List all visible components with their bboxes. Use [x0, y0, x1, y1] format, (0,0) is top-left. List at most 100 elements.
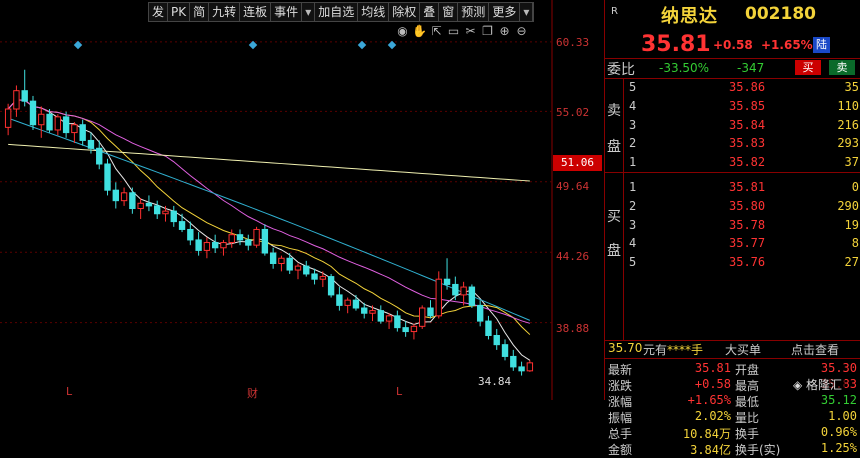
watermark-logo: ◈ 格隆汇: [790, 375, 846, 394]
toolbar-item[interactable]: 九转: [209, 3, 241, 21]
stat-label: 换手(实): [735, 443, 781, 457]
buy-order-row[interactable]: 1 35.81 0: [625, 180, 860, 198]
copy-icon[interactable]: ❐: [480, 24, 495, 39]
order-price: 35.86: [729, 80, 766, 94]
big-order-row[interactable]: 35.70 元有 ****手 大买单 点击查看: [605, 340, 860, 358]
candle-body: [336, 294, 343, 306]
price-axis-label: 55.02: [556, 106, 590, 119]
candle-body: [327, 276, 335, 296]
stat-value: 10.84万: [682, 427, 731, 441]
candle-body: [245, 239, 252, 246]
stat-label: 量比: [735, 411, 760, 425]
sell-order-row[interactable]: 5 35.86 35: [625, 80, 860, 98]
candle-body: [104, 163, 111, 191]
stat-label: 涨跌: [608, 379, 633, 393]
candle-body: [13, 90, 20, 110]
dropdown-arrow-icon[interactable]: ▾: [302, 3, 316, 21]
candle-body: [493, 334, 500, 346]
zoom-out-icon[interactable]: ⊖: [514, 24, 529, 39]
toolbar-item[interactable]: PK: [168, 3, 191, 21]
candle-body: [286, 257, 293, 271]
order-level: 4: [629, 98, 637, 113]
toolbar-item[interactable]: 简: [190, 3, 210, 21]
ma-line: [8, 143, 530, 182]
candle-body: [21, 90, 28, 102]
r-tag: R: [611, 6, 618, 17]
scissors-icon[interactable]: ✂: [463, 24, 478, 39]
toolbar-item[interactable]: 窗: [439, 3, 459, 21]
candle-body: [485, 320, 492, 336]
candle-body: [29, 100, 37, 126]
stat-value: 1.00: [828, 409, 857, 423]
candle-body: [311, 273, 318, 280]
sell-order-row[interactable]: 2 35.83 293: [625, 136, 860, 154]
candle-body: [62, 116, 70, 134]
click-view-link[interactable]: 点击查看: [791, 341, 839, 358]
order-price: 35.85: [729, 98, 766, 113]
price-change: +0.58: [713, 38, 753, 52]
order-level: 1: [629, 180, 637, 194]
toolbar-item[interactable]: 连板: [240, 3, 272, 21]
ma-line: [7, 99, 531, 361]
ratio-label: 委比: [607, 62, 635, 78]
divider: [605, 358, 860, 359]
candle-body: [476, 304, 484, 322]
price-axis-label: 44.26: [556, 250, 590, 263]
toolbar-item[interactable]: 更多: [489, 3, 521, 21]
order-level: 5: [629, 80, 637, 94]
order-volume: 8: [851, 236, 859, 251]
order-price: 35.76: [729, 255, 766, 270]
candle-body: [443, 278, 451, 285]
candle-body: [96, 147, 103, 165]
toolbar-item[interactable]: 除权: [389, 3, 421, 21]
sell-side-char-2: 盘: [607, 139, 621, 155]
toolbar-item[interactable]: 事件: [271, 3, 303, 21]
candle-body: [38, 113, 45, 126]
eye-icon[interactable]: ◉: [395, 24, 410, 39]
big-order-hand: ****手: [667, 343, 704, 357]
hand-icon[interactable]: ✋: [412, 24, 427, 39]
price-change-pct: +1.65%: [761, 38, 813, 52]
toolbar-item[interactable]: 发: [149, 3, 169, 21]
toolbar-item[interactable]: 预测: [458, 3, 490, 21]
buy-button[interactable]: 买: [795, 60, 821, 75]
candle-body: [178, 221, 186, 230]
buy-order-row[interactable]: 3 35.78 19: [625, 218, 860, 236]
candle-body: [187, 228, 194, 241]
toolbar-item[interactable]: 叠: [420, 3, 440, 21]
candle-body: [278, 257, 285, 264]
candle-body: [120, 192, 128, 202]
kline-chart[interactable]: [0, 0, 604, 400]
sell-order-row[interactable]: 1 35.82 37: [625, 155, 860, 173]
stat-value: 35.12: [820, 393, 857, 407]
order-volume: 19: [844, 217, 859, 232]
toolbar-item[interactable]: 均线: [358, 3, 390, 21]
fit-icon[interactable]: ⇱: [429, 24, 444, 39]
ratio-diff: -347: [737, 61, 765, 75]
buy-order-row[interactable]: 2 35.80 290: [625, 199, 860, 217]
event-marker-icon: [357, 40, 367, 50]
dropdown-arrow-icon[interactable]: ▾: [520, 3, 534, 21]
buy-order-row[interactable]: 5 35.76 27: [625, 255, 860, 273]
order-ratio-row: 委比 -33.50% -347 买 卖: [605, 58, 860, 78]
kline-chart-area[interactable]: 发 PK 简九转 连板 事件 ▾ 加自选 均线 除权叠窗预测 更多 ▾ ◉ ✋ ⇱ ▭ ✂ ❐ ⊕ …: [0, 0, 604, 400]
sell-order-row[interactable]: 4 35.85 110: [625, 99, 860, 117]
candle-body: [154, 205, 161, 215]
buy-order-row[interactable]: 4 35.77 8: [625, 236, 860, 254]
sell-button[interactable]: 卖: [829, 60, 855, 75]
stat-value: 0.96%: [820, 425, 857, 439]
stat-label: 最低: [735, 395, 760, 409]
toolbar-item[interactable]: 加自选: [315, 3, 359, 21]
order-volume: 27: [844, 255, 859, 270]
order-price: 35.81: [729, 180, 766, 194]
window-icon[interactable]: ▭: [446, 24, 461, 39]
order-level: 2: [629, 198, 637, 213]
candle-body: [79, 124, 86, 141]
candle-body: [452, 283, 459, 296]
stat-value: 1.25%: [820, 441, 857, 455]
candle-body: [526, 362, 534, 372]
zoom-in-icon[interactable]: ⊕: [497, 24, 512, 39]
order-price: 35.77: [729, 236, 766, 251]
candle-body: [46, 113, 53, 131]
sell-order-row[interactable]: 3 35.84 216: [625, 118, 860, 136]
